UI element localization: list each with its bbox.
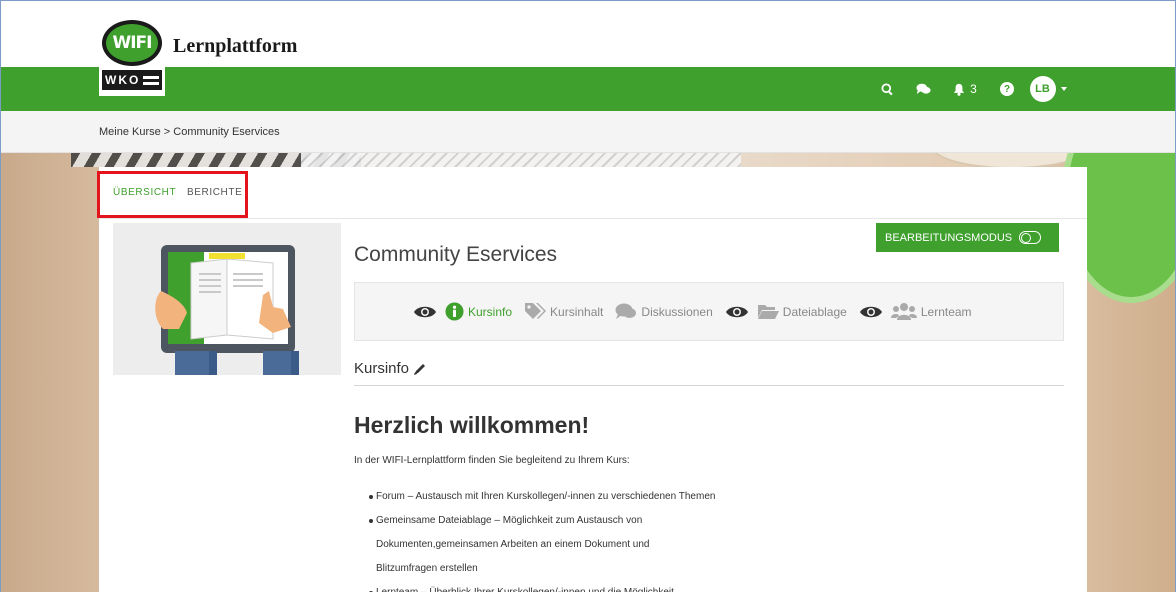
chevron-down-icon — [1060, 87, 1067, 91]
wifi-logo-circle: WIFI — [102, 20, 162, 66]
info-icon — [445, 302, 464, 321]
module-lernteam[interactable]: Lernteam — [859, 302, 972, 321]
bell-icon — [954, 83, 965, 96]
module-kursinfo[interactable]: Kursinfo — [413, 302, 512, 321]
module-label: Dateiablage — [782, 304, 847, 319]
wifi-logo[interactable]: WIFI WKO — [99, 18, 165, 96]
pencil-icon[interactable] — [413, 362, 427, 376]
list-item: Forum – Austausch mit Ihren Kurskollegen… — [369, 485, 869, 509]
search-icon[interactable] — [869, 67, 905, 111]
divider — [354, 385, 1064, 386]
module-kursinhalt[interactable]: Kursinhalt — [524, 302, 603, 321]
background-stripes — [301, 153, 741, 167]
list-item: Gemeinsame Dateiablage – Möglichkeit zum… — [369, 509, 869, 533]
user-menu[interactable]: LB — [1025, 67, 1071, 111]
eye-icon[interactable] — [859, 305, 883, 319]
intro-text: In der WIFI-Lernplattform finden Sie beg… — [354, 455, 630, 466]
module-label: Diskussionen — [641, 304, 713, 319]
chat-icon[interactable] — [905, 67, 941, 111]
edit-mode-toggle-button[interactable]: BEARBEITUNGSMODUS — [876, 223, 1059, 252]
wko-bars-icon — [143, 75, 160, 85]
eye-icon[interactable] — [725, 305, 749, 319]
breadcrumb[interactable]: Meine Kurse > Community Eservices — [99, 126, 280, 138]
feature-list: Forum – Austausch mit Ihren Kurskollegen… — [369, 485, 869, 592]
module-label: Kursinhalt — [550, 304, 604, 319]
eye-icon[interactable] — [413, 305, 437, 319]
list-item-continuation: Dokumenten,gemeinsamen Arbeiten an einem… — [376, 539, 650, 550]
nav-icons: 3 ? LB — [869, 67, 1071, 111]
highlight-box — [97, 171, 248, 218]
module-label: Lernteam — [920, 304, 972, 319]
notifications-count: 3 — [970, 82, 977, 96]
module-diskussionen[interactable]: Diskussionen — [615, 303, 713, 320]
users-icon — [890, 303, 917, 320]
module-dateiablage[interactable]: Dateiablage — [725, 303, 847, 320]
tag-icon — [525, 303, 547, 319]
wko-logo-text: WKO — [105, 73, 141, 87]
list-item-continuation: Blitzumfragen erstellen — [376, 563, 478, 574]
edit-mode-label: BEARBEITUNGSMODUS — [885, 231, 1013, 244]
course-card: ÜBERSICHT BERICHTE Community Eservices B… — [99, 167, 1087, 592]
course-title: Community Eservices — [354, 243, 558, 266]
course-modules-bar: Kursinfo Kursinhalt Diskussionen Dateiab… — [354, 282, 1064, 341]
notifications-button[interactable]: 3 — [941, 67, 989, 111]
module-label: Kursinfo — [468, 304, 513, 319]
section-heading: Kursinfo — [354, 360, 427, 377]
help-button[interactable]: ? — [989, 67, 1025, 111]
section-title: Kursinfo — [354, 360, 410, 377]
welcome-heading: Herzlich willkommen! — [354, 412, 590, 438]
comments-icon — [615, 303, 637, 319]
brand-title[interactable]: Lernplattform — [173, 35, 297, 58]
folder-icon — [757, 305, 779, 319]
wifi-logo-text: WIFI — [106, 24, 158, 62]
toggle-icon — [1019, 231, 1042, 244]
course-image — [113, 223, 341, 375]
avatar: LB — [1029, 76, 1056, 102]
list-item: Lernteam – Überblick Ihrer Kurskollegen/… — [369, 581, 869, 592]
help-icon: ? — [1000, 82, 1014, 96]
wko-logo: WKO — [102, 70, 162, 90]
